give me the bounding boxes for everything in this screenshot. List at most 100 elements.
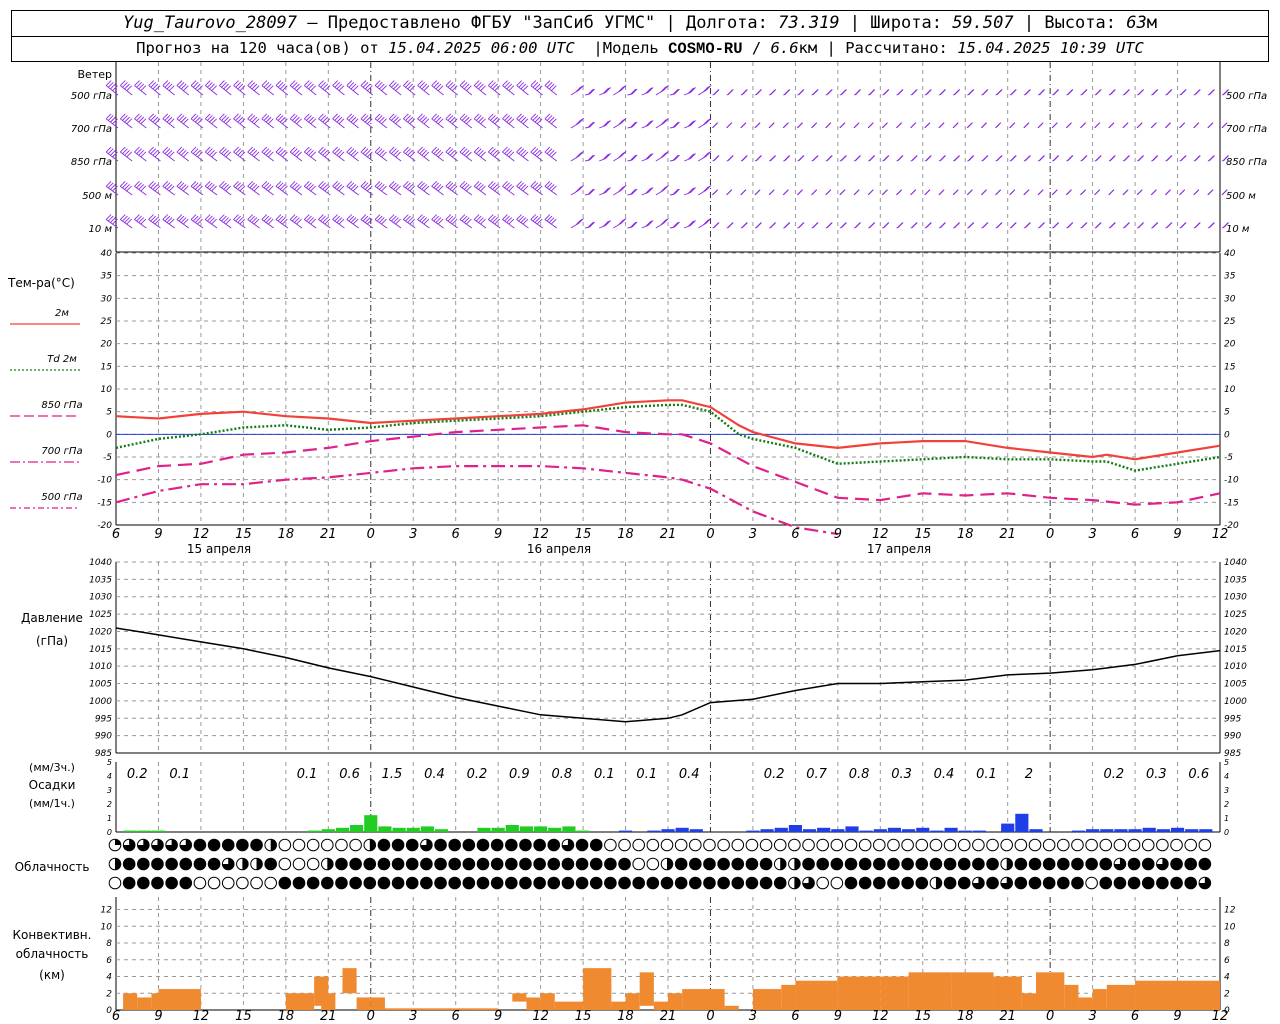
cloud-symbol-overcast bbox=[490, 876, 504, 890]
cloud-symbol-overcast bbox=[816, 857, 829, 871]
wind-barb-feather bbox=[1024, 89, 1031, 96]
hour-tick-label-bottom: 0 bbox=[706, 1009, 714, 1024]
wind-barb-feather bbox=[1067, 222, 1073, 229]
cloud-symbol-clear bbox=[604, 838, 617, 852]
cloud-symbol-clear bbox=[236, 876, 249, 890]
cloud-symbol-clear bbox=[745, 838, 759, 852]
precip-tick-left: 4 bbox=[107, 772, 112, 781]
wind-barb-feather bbox=[754, 122, 761, 129]
cloud-symbol-clear bbox=[1071, 838, 1084, 852]
y-tick-label-right: 1005 bbox=[1224, 680, 1247, 690]
wind-barb-feather bbox=[812, 89, 818, 96]
wind-barb-feather bbox=[953, 89, 960, 96]
y-tick-label-left: -5 bbox=[103, 453, 112, 463]
precip-bar-rain bbox=[477, 827, 491, 832]
precip-tick-right: 3 bbox=[1224, 786, 1229, 795]
cloud-symbol-overcast bbox=[915, 857, 929, 871]
wind-barb-feather bbox=[897, 222, 903, 229]
precip-tick-left: 1 bbox=[107, 814, 112, 823]
wind-barb-feather bbox=[1052, 222, 1059, 229]
precip-3h-label: 0.6 bbox=[1188, 767, 1209, 782]
hour-tick-label-bottom: 9 bbox=[154, 1009, 162, 1024]
precip-unit-3h: (мм/3ч.) bbox=[29, 761, 75, 774]
wind-barb-feather bbox=[925, 155, 932, 162]
wind-barb-feather bbox=[726, 189, 733, 196]
hour-tick-label-bottom: 3 bbox=[409, 1009, 417, 1024]
wind-barb-feather bbox=[995, 189, 1001, 196]
hour-tick-label-bottom: 6 bbox=[791, 1009, 799, 1024]
cloud-symbol-overcast bbox=[505, 838, 518, 852]
y-tick-label-right: 1020 bbox=[1224, 627, 1247, 637]
cloud-symbol-overcast bbox=[165, 876, 178, 890]
y-tick-label-right: 5 bbox=[1224, 408, 1230, 418]
convective-cloud-bar bbox=[724, 1005, 739, 1010]
wind-barb-feather bbox=[1010, 89, 1017, 96]
wind-barb-feather bbox=[840, 89, 847, 96]
wind-barb-feather bbox=[689, 87, 695, 94]
hour-tick-label: 0 bbox=[706, 527, 714, 542]
wind-barb-feather bbox=[967, 122, 973, 129]
cloud-symbol-overcast bbox=[1057, 876, 1070, 890]
wind-barb-feather bbox=[1010, 155, 1017, 162]
wind-barb-feather bbox=[925, 89, 932, 96]
conv-tick-right: 4 bbox=[1224, 973, 1230, 983]
wind-barb-feather bbox=[618, 86, 624, 93]
cloud-symbol-overcast bbox=[1170, 857, 1183, 871]
y-tick-label-left: 1035 bbox=[89, 575, 112, 585]
wind-barb-feather bbox=[939, 222, 946, 229]
temp-legend-label: 850 гПа bbox=[41, 400, 82, 411]
cloud-symbol-overcast bbox=[547, 838, 561, 852]
wind-barb-feather bbox=[1151, 89, 1158, 96]
conv-tick-right: 10 bbox=[1224, 922, 1236, 932]
precip-bar-snow bbox=[1128, 829, 1142, 832]
precip-bar-snow bbox=[902, 829, 916, 832]
cloud-symbol-overcast bbox=[1127, 876, 1141, 890]
cloud-symbol-overcast bbox=[462, 857, 476, 871]
cloud-symbol-overcast bbox=[561, 857, 575, 871]
wind-barb-feather bbox=[996, 89, 1002, 96]
wind-barb-feather bbox=[825, 189, 832, 196]
wind-barb-feather bbox=[588, 188, 595, 195]
wind-barb-feather bbox=[1080, 189, 1086, 196]
wind-barb-feather bbox=[727, 155, 734, 162]
cloud-symbol-clear bbox=[816, 876, 829, 890]
precip-bar-snow bbox=[746, 830, 760, 832]
y-tick-label-right: 1040 bbox=[1224, 558, 1247, 568]
cloud-symbol-overcast bbox=[873, 857, 886, 871]
cloud-symbol-clear bbox=[816, 838, 829, 852]
precip-bar-snow bbox=[817, 827, 831, 832]
cloud-symbol-overcast bbox=[490, 838, 504, 852]
wind-level-label-right: 10 м bbox=[1226, 224, 1250, 235]
wind-barb-feather bbox=[798, 89, 804, 96]
precip-tick-right: 5 bbox=[1224, 758, 1229, 767]
conv-tick-right: 6 bbox=[1224, 956, 1230, 966]
convective-cloud-bar bbox=[795, 980, 838, 1010]
wind-barb-feather bbox=[1037, 189, 1044, 196]
wind-barb-feather bbox=[939, 155, 946, 162]
cloud-symbol-overcast bbox=[533, 838, 546, 852]
hour-tick-label-bottom: 6 bbox=[1131, 1009, 1139, 1024]
wind-barb-feather bbox=[646, 87, 653, 94]
precip-tick-right: 0 bbox=[1224, 828, 1229, 837]
cloud-symbol-overcast bbox=[547, 876, 561, 890]
cloud-symbol-clear bbox=[717, 838, 730, 852]
wind-barb-feather bbox=[575, 219, 582, 226]
cloud-symbol-overcast bbox=[618, 876, 631, 890]
hour-tick-label: 0 bbox=[1046, 527, 1054, 542]
cloud-symbol-clear bbox=[321, 838, 334, 852]
hour-tick-label: 3 bbox=[1088, 527, 1096, 542]
precip-bar-rain bbox=[350, 825, 364, 832]
wind-barb-feather bbox=[702, 86, 709, 93]
y-tick-label-left: 5 bbox=[106, 408, 112, 418]
cloud-symbol-half bbox=[369, 839, 376, 851]
precip-3h-label: 0.1 bbox=[976, 767, 997, 782]
precip-tick-left: 5 bbox=[107, 758, 112, 767]
y-tick-label-left: 990 bbox=[95, 732, 112, 742]
conv-tick-left: 2 bbox=[106, 989, 112, 999]
wind-barb-feather bbox=[630, 121, 637, 128]
cloud-symbol-overcast bbox=[236, 838, 249, 852]
cloud-symbol-quarter bbox=[115, 839, 121, 845]
cloud-symbol-clear bbox=[1085, 838, 1098, 852]
wind-barb-feather bbox=[1081, 155, 1087, 162]
wind-barb-feather bbox=[630, 154, 637, 161]
